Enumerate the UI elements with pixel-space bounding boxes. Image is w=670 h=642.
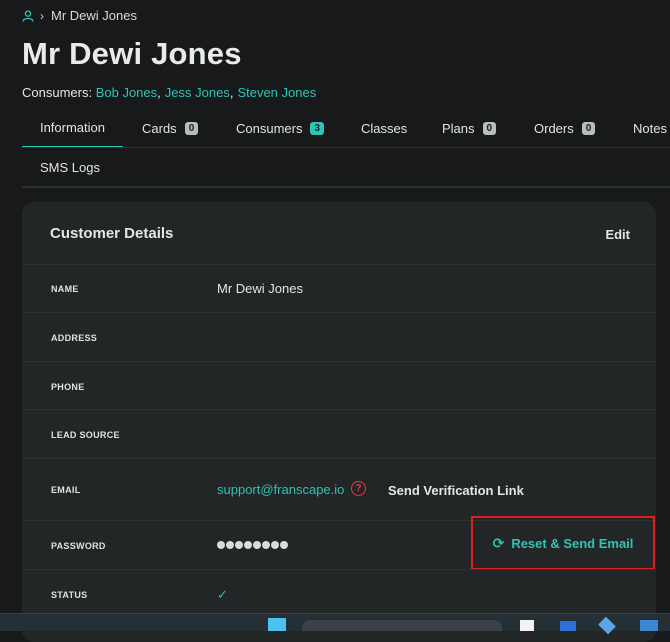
- tab-bar: Information Cards 0 Consumers 3 Classes …: [22, 108, 670, 148]
- user-icon[interactable]: [22, 9, 34, 22]
- reset-send-email-button[interactable]: ⟳ Reset & Send Email: [471, 516, 655, 570]
- consumer-link[interactable]: Jess Jones: [165, 85, 230, 100]
- taskbar-app-icon[interactable]: [640, 620, 658, 631]
- tab-label: Consumers: [236, 120, 303, 136]
- tab-label: Notes: [633, 120, 667, 136]
- count-badge: 0: [184, 121, 199, 135]
- tab-label: Plans: [442, 120, 475, 136]
- consumers-line: Consumers: Bob Jones, Jess Jones, Steven J…: [22, 85, 317, 100]
- breadcrumb: › Mr Dewi Jones: [22, 8, 137, 23]
- tab-information[interactable]: Information: [22, 108, 123, 148]
- consumer-link[interactable]: Steven Jones: [237, 85, 316, 100]
- detail-row-lead-source: LEAD SOURCE: [22, 409, 656, 459]
- field-label: STATUS: [51, 590, 88, 600]
- page-title: Mr Dewi Jones: [22, 36, 242, 71]
- tab-notes[interactable]: Notes: [633, 108, 667, 148]
- refresh-icon: ⟳: [492, 534, 505, 551]
- taskbar-search-input[interactable]: [302, 620, 502, 631]
- field-label: LEAD SOURCE: [51, 430, 120, 440]
- card-title: Customer Details: [50, 225, 174, 242]
- send-verification-link-button[interactable]: Send Verification Link: [388, 483, 524, 498]
- tab-plans[interactable]: Plans 0: [442, 108, 497, 148]
- detail-row-address: ADDRESS: [22, 312, 656, 362]
- tab-label: Orders: [534, 120, 574, 136]
- tab-orders[interactable]: Orders 0: [534, 108, 596, 148]
- detail-row-name: NAME Mr Dewi Jones: [22, 264, 656, 313]
- taskbar-app-icon[interactable]: [520, 620, 534, 631]
- detail-row-email: EMAIL support@franscape.io ? Send Verifi…: [22, 458, 656, 521]
- tab-divider: [22, 147, 670, 148]
- count-badge: 0: [482, 121, 497, 135]
- masked-password: [217, 541, 288, 549]
- field-label: NAME: [51, 284, 79, 294]
- customer-details-card: Customer Details Edit NAME Mr Dewi Jones…: [22, 202, 656, 642]
- detail-row-phone: PHONE: [22, 361, 656, 410]
- os-taskbar: [0, 613, 670, 635]
- count-badge: 3: [310, 121, 325, 135]
- email-link[interactable]: support@franscape.io: [217, 482, 344, 497]
- tab-label: Cards: [142, 120, 177, 136]
- tab-label: Information: [39, 119, 106, 135]
- tab-cards[interactable]: Cards 0: [142, 108, 199, 148]
- breadcrumb-current: Mr Dewi Jones: [51, 8, 137, 23]
- field-label: ADDRESS: [51, 333, 98, 343]
- name-value: Mr Dewi Jones: [217, 281, 303, 296]
- help-icon[interactable]: ?: [351, 481, 366, 496]
- chevron-right-icon: ›: [40, 8, 44, 23]
- tab-consumers[interactable]: Consumers 3: [236, 108, 325, 148]
- tab-label: Classes: [361, 120, 408, 136]
- field-label: EMAIL: [51, 485, 81, 495]
- check-icon: ✓: [217, 587, 228, 602]
- count-badge: 0: [581, 121, 596, 135]
- reset-send-email-label: Reset & Send Email: [511, 535, 634, 551]
- field-label: PASSWORD: [51, 541, 106, 551]
- tab-divider: [22, 186, 670, 188]
- tab-label: SMS Logs: [40, 159, 100, 175]
- tab-sms-logs[interactable]: SMS Logs: [22, 148, 100, 186]
- detail-row-status: STATUS ✓: [22, 569, 656, 619]
- windows-start-icon[interactable]: [268, 618, 286, 631]
- consumer-link[interactable]: Bob Jones: [96, 85, 157, 100]
- edit-button[interactable]: Edit: [605, 227, 630, 242]
- field-label: PHONE: [51, 382, 85, 392]
- tab-classes[interactable]: Classes: [361, 108, 407, 148]
- consumers-label: Consumers:: [22, 85, 93, 100]
